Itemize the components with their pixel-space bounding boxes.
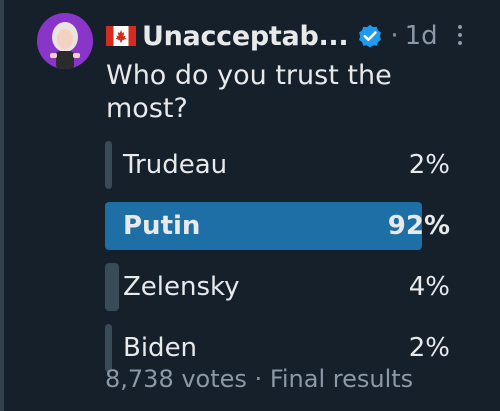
avatar[interactable] bbox=[37, 13, 93, 69]
avatar-image bbox=[37, 13, 93, 69]
author-name[interactable]: Unacceptab... bbox=[142, 21, 349, 52]
tweet-card: Unacceptab... · 1d Who do you trust the … bbox=[0, 0, 500, 411]
poll-option-percent: 92% bbox=[387, 211, 450, 241]
poll-status: Final results bbox=[269, 365, 414, 393]
poll: Trudeau 2% Putin 92% Zelensky 4% Biden 2% bbox=[105, 141, 450, 385]
poll-option-percent: 2% bbox=[408, 150, 450, 180]
poll-option-bar bbox=[105, 263, 119, 311]
footer-separator: · bbox=[254, 365, 263, 393]
tweet-header: Unacceptab... · 1d bbox=[106, 18, 438, 54]
poll-option-label: Trudeau bbox=[123, 150, 228, 180]
poll-option-label: Zelensky bbox=[123, 272, 240, 302]
verified-badge-icon bbox=[359, 24, 382, 48]
timestamp[interactable]: 1d bbox=[405, 21, 438, 51]
poll-option: Trudeau 2% bbox=[105, 141, 450, 189]
header-separator: · bbox=[390, 21, 399, 51]
canada-flag-icon bbox=[106, 26, 136, 46]
poll-option-label: Putin bbox=[123, 211, 201, 241]
vote-count: 8,738 votes bbox=[105, 365, 247, 393]
poll-option-percent: 2% bbox=[408, 333, 450, 363]
poll-option: Putin 92% bbox=[105, 202, 450, 250]
poll-option-bar bbox=[105, 141, 112, 189]
poll-footer: 8,738 votes · Final results bbox=[105, 365, 413, 393]
tweet-text: Who do you trust the most? bbox=[106, 60, 392, 124]
poll-option: Zelensky 4% bbox=[105, 263, 450, 311]
more-options-icon[interactable] bbox=[454, 22, 466, 48]
poll-option-percent: 4% bbox=[408, 272, 450, 302]
